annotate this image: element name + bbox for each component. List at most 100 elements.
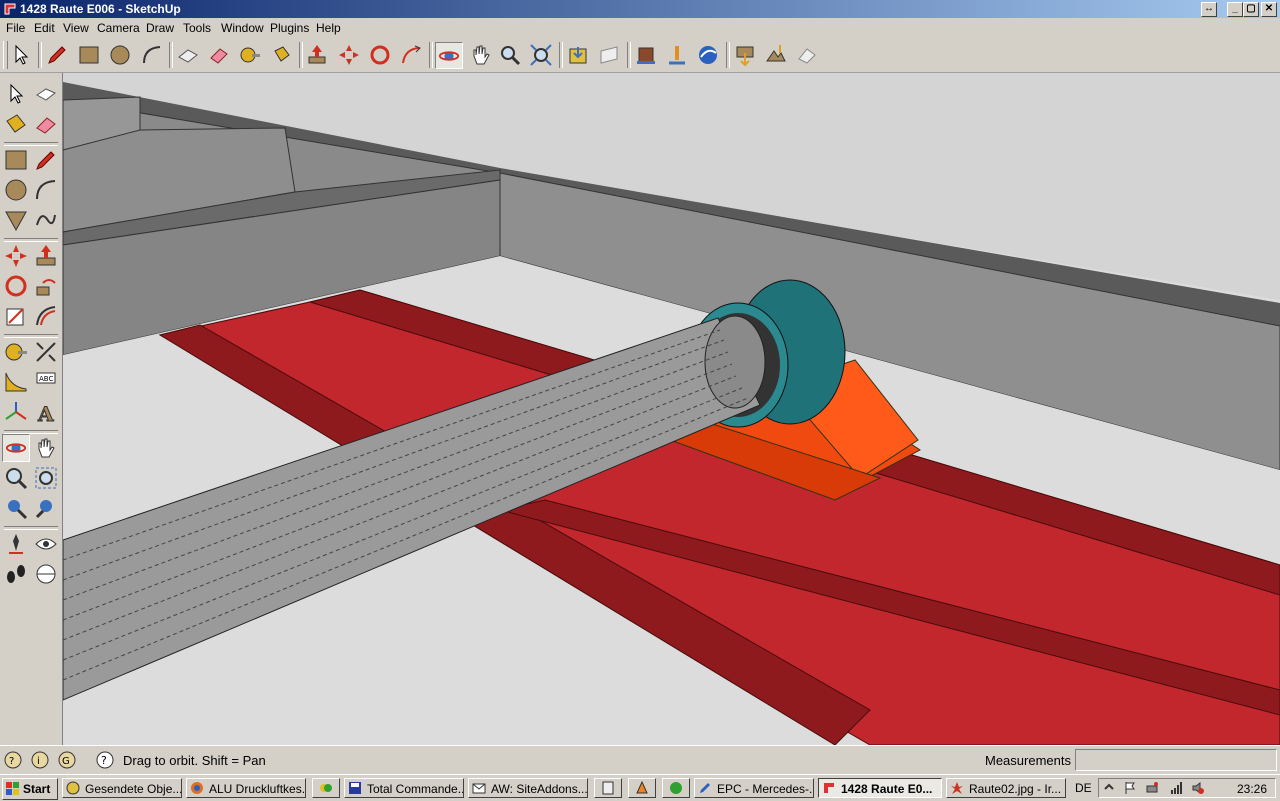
model-viewport[interactable] (63, 73, 1280, 745)
menu-edit[interactable]: Edit (34, 21, 55, 35)
scale-icon[interactable] (3, 303, 29, 329)
orbit-button[interactable] (2, 434, 30, 462)
circle-icon[interactable] (3, 177, 29, 203)
freehand-icon[interactable] (33, 207, 59, 233)
main-toolbar (0, 38, 1280, 73)
taskbar-item-aw-siteaddons[interactable]: AW: SiteAddons... (468, 778, 588, 798)
network-icon[interactable] (1169, 781, 1183, 795)
menu-tools[interactable]: Tools (183, 21, 211, 35)
text-icon[interactable]: ABC (33, 369, 59, 395)
close-icon[interactable]: ✕ (1261, 2, 1277, 17)
toolbar-grip[interactable] (3, 41, 8, 69)
circle-icon[interactable] (108, 43, 132, 67)
menu-file[interactable]: File (6, 21, 25, 35)
minimize-icon[interactable]: _ (1227, 2, 1243, 17)
move-icon[interactable] (3, 243, 29, 269)
make-component-icon[interactable] (33, 81, 59, 107)
orbit-button[interactable] (435, 42, 463, 69)
menu-plugins[interactable]: Plugins (270, 21, 309, 35)
menu-view[interactable]: View (63, 21, 89, 35)
previous-view-icon[interactable] (33, 495, 59, 521)
taskbar-item-total-commander[interactable]: Total Commande... (344, 778, 464, 798)
eraser-icon[interactable] (207, 43, 231, 67)
menu-window[interactable]: Window (221, 21, 264, 35)
walk-icon[interactable] (3, 561, 29, 587)
menu-camera[interactable]: Camera (97, 21, 140, 35)
arc-icon[interactable] (33, 177, 59, 203)
model-scene[interactable] (63, 73, 1280, 745)
taskbar-item-vlc[interactable] (628, 778, 656, 798)
taskbar-item-alu[interactable]: ALU Druckluftkes... (186, 778, 306, 798)
menu-help[interactable]: Help (316, 21, 341, 35)
google-earth-icon[interactable] (696, 43, 720, 67)
menu-draw[interactable]: Draw (146, 21, 174, 35)
dimension-icon[interactable] (33, 339, 59, 365)
3d-text-icon[interactable]: A (33, 399, 59, 426)
follow-me-icon[interactable] (399, 43, 423, 67)
printer-icon[interactable] (1145, 781, 1159, 795)
rectangle-icon[interactable] (77, 43, 101, 67)
section-plane-icon[interactable] (33, 561, 59, 587)
credits-icon[interactable]: i (30, 750, 50, 770)
zoom-extents-icon[interactable] (3, 495, 29, 521)
toggle-terrain-icon[interactable] (764, 43, 788, 67)
protractor-icon[interactable] (3, 369, 29, 395)
clock[interactable]: 23:26 (1237, 782, 1267, 796)
sign-in-icon[interactable]: G (57, 750, 77, 770)
push-pull-icon[interactable] (305, 43, 329, 67)
pan-icon[interactable] (33, 435, 59, 461)
axes-icon[interactable] (3, 399, 29, 425)
taskbar-item-gesendete[interactable]: Gesendete Obje... (62, 778, 182, 798)
get-models-icon[interactable] (566, 43, 590, 67)
share-model-icon[interactable] (597, 43, 621, 67)
eraser-shape-icon[interactable] (176, 43, 200, 67)
select-icon[interactable] (9, 43, 33, 67)
taskbar-item-green-app[interactable] (662, 778, 690, 798)
taskbar-item-msn[interactable] (312, 778, 340, 798)
geo-location-icon[interactable]: ? (3, 750, 23, 770)
paint-bucket-icon[interactable] (269, 43, 293, 67)
pencil-icon[interactable] (45, 43, 69, 67)
paint-bucket-icon[interactable] (3, 111, 29, 137)
tape-measure-icon[interactable] (238, 43, 262, 67)
sketchup-icon (824, 783, 834, 793)
follow-me-icon[interactable] (33, 273, 59, 299)
get-current-view-icon[interactable] (733, 43, 757, 67)
zoom-extents-icon[interactable] (529, 43, 553, 67)
position-camera-icon[interactable] (3, 531, 29, 557)
eraser-icon[interactable] (33, 111, 59, 137)
rotate-icon[interactable] (368, 43, 392, 67)
zoom-window-icon[interactable] (33, 465, 59, 491)
taskbar-item-raute02[interactable]: Raute02.jpg - Ir... (946, 778, 1066, 798)
preview-in-earth-icon[interactable] (795, 43, 819, 67)
volume-muted-icon[interactable] (1191, 781, 1205, 795)
place-model-icon[interactable] (665, 43, 689, 67)
zoom-icon[interactable] (498, 43, 522, 67)
rotate-icon[interactable] (3, 273, 29, 299)
large-tool-set: ABC A (0, 73, 63, 745)
tape-measure-icon[interactable] (3, 339, 29, 365)
move-icon[interactable] (337, 43, 361, 67)
polygon-icon[interactable] (3, 207, 29, 233)
zoom-icon[interactable] (3, 465, 29, 491)
taskbar-item-calculator[interactable] (594, 778, 622, 798)
flag-icon[interactable] (1123, 781, 1137, 795)
push-pull-icon[interactable] (33, 243, 59, 269)
restore-icon[interactable]: ↔ (1201, 2, 1217, 17)
taskbar-item-sketchup[interactable]: 1428 Raute E0... (818, 778, 942, 798)
select-icon[interactable] (3, 81, 29, 107)
offset-icon[interactable] (33, 303, 59, 329)
rectangle-icon[interactable] (3, 147, 29, 173)
taskbar-item-epc[interactable]: EPC - Mercedes-... (694, 778, 814, 798)
maximize-icon[interactable]: ▢ (1243, 2, 1259, 17)
pan-icon[interactable] (468, 43, 492, 67)
components-icon[interactable] (634, 43, 658, 67)
look-around-icon[interactable] (33, 531, 59, 557)
language-indicator[interactable]: DE (1075, 781, 1092, 795)
instructor-help-icon[interactable]: ? (95, 750, 115, 770)
arc-icon[interactable] (140, 43, 164, 67)
measurements-field[interactable] (1075, 749, 1277, 771)
line-icon[interactable] (33, 147, 59, 173)
start-button[interactable]: Start (2, 778, 58, 800)
chevron-up-icon[interactable] (1103, 782, 1115, 794)
